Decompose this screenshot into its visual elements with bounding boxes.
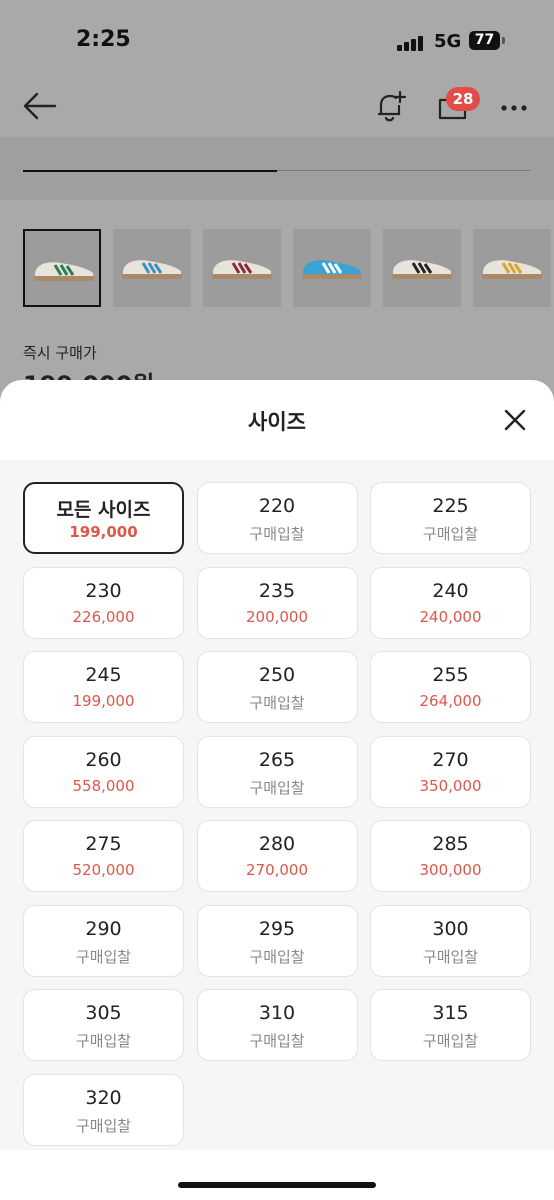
tab-indicator-inactive[interactable] xyxy=(277,170,531,171)
size-option[interactable]: 295 구매입찰 xyxy=(196,904,358,977)
size-option[interactable]: 270 350,000 xyxy=(370,735,531,808)
size-label: 315 xyxy=(432,1002,469,1024)
size-price: 264,000 xyxy=(419,692,482,710)
size-label: 290 xyxy=(85,917,122,940)
bid-label: 구매입찰 xyxy=(249,1032,305,1050)
size-label: 모든 사이즈 xyxy=(56,499,151,521)
network-type: 5G xyxy=(434,31,462,52)
product-thumbnail[interactable] xyxy=(203,229,281,307)
instant-price-label: 즉시 구매가 xyxy=(23,344,97,362)
size-option[interactable]: 220 구매입찰 xyxy=(196,482,358,554)
bid-label: 구매입찰 xyxy=(249,694,305,712)
notification-add-icon[interactable] xyxy=(375,90,407,124)
size-option[interactable]: 225 구매입찰 xyxy=(370,482,531,554)
size-label: 265 xyxy=(258,748,296,771)
bid-label: 구매입찰 xyxy=(75,1116,132,1135)
size-option[interactable]: 모든 사이즈 199,000 xyxy=(23,482,184,554)
bid-label: 구매입찰 xyxy=(249,947,305,966)
back-arrow-icon[interactable] xyxy=(23,92,57,120)
size-option[interactable]: 265 구매입찰 xyxy=(196,735,358,808)
size-option[interactable]: 320 구매입찰 xyxy=(23,1073,184,1146)
size-option[interactable]: 310 구매입찰 xyxy=(196,989,358,1061)
size-label: 285 xyxy=(432,833,469,855)
bid-label: 구매입찰 xyxy=(249,525,305,543)
status-time: 2:25 xyxy=(76,27,131,52)
size-label: 255 xyxy=(432,664,469,686)
size-option[interactable]: 250 구매입찰 xyxy=(196,651,358,723)
size-label: 280 xyxy=(258,833,296,855)
sneaker-icon xyxy=(34,262,94,281)
cart-badge: 28 xyxy=(446,87,480,111)
size-price: 520,000 xyxy=(72,861,135,879)
size-label: 320 xyxy=(85,1086,122,1109)
battery-icon: 77 xyxy=(469,31,500,50)
size-option[interactable]: 280 270,000 xyxy=(196,820,358,892)
size-label: 230 xyxy=(85,579,122,602)
product-thumbnail[interactable] xyxy=(23,229,101,307)
size-label: 275 xyxy=(85,833,122,855)
tab-bar xyxy=(0,137,554,200)
bid-label: 구매입찰 xyxy=(75,1032,132,1050)
size-option[interactable]: 300 구매입찰 xyxy=(370,904,531,977)
size-label: 260 xyxy=(85,748,122,771)
size-price: 270,000 xyxy=(245,861,309,879)
signal-icon xyxy=(397,36,423,51)
size-label: 245 xyxy=(85,664,122,686)
size-option[interactable]: 255 264,000 xyxy=(370,651,531,723)
size-price: 199,000 xyxy=(69,523,138,541)
size-price: 200,000 xyxy=(245,607,309,626)
size-option[interactable]: 235 200,000 xyxy=(196,566,358,639)
size-label: 295 xyxy=(258,917,296,940)
product-thumbnail[interactable] xyxy=(473,229,551,307)
size-price: 226,000 xyxy=(72,607,135,626)
size-label: 250 xyxy=(258,664,296,686)
product-thumbnail[interactable] xyxy=(383,229,461,307)
bid-label: 구매입찰 xyxy=(249,778,305,797)
size-grid: 모든 사이즈 199,000 220 구매입찰 225 구매입찰 230 226,000 235… xyxy=(0,460,554,1150)
size-option[interactable]: 240 240,000 xyxy=(370,566,531,639)
tab-indicator-active[interactable] xyxy=(23,170,277,172)
size-option[interactable]: 305 구매입찰 xyxy=(23,989,184,1061)
sheet-title: 사이즈 xyxy=(248,410,306,434)
sneaker-icon xyxy=(482,260,542,279)
size-label: 270 xyxy=(432,748,469,771)
bid-label: 구매입찰 xyxy=(75,947,132,966)
size-option[interactable]: 275 520,000 xyxy=(23,820,184,892)
close-icon[interactable] xyxy=(500,405,530,435)
size-price: 240,000 xyxy=(419,607,482,626)
size-label: 240 xyxy=(432,579,469,602)
size-bottom-sheet: 사이즈 모든 사이즈 199,000 220 구매입찰 225 구매입찰 230 226,00… xyxy=(0,380,554,1200)
size-price: 300,000 xyxy=(419,861,482,879)
size-option[interactable]: 290 구매입찰 xyxy=(23,904,184,977)
battery-cap xyxy=(502,37,505,44)
size-label: 310 xyxy=(258,1002,296,1024)
size-option[interactable]: 285 300,000 xyxy=(370,820,531,892)
status-bar: 2:25 5G 77 xyxy=(0,0,554,80)
sneaker-icon xyxy=(392,260,452,279)
bid-label: 구매입찰 xyxy=(422,1032,479,1050)
more-icon[interactable] xyxy=(500,104,528,112)
size-label: 235 xyxy=(258,579,296,602)
sneaker-icon xyxy=(122,260,182,279)
size-price: 350,000 xyxy=(419,776,482,795)
size-price: 199,000 xyxy=(72,692,135,710)
bid-label: 구매입찰 xyxy=(422,947,479,966)
bid-label: 구매입찰 xyxy=(422,525,479,543)
size-option[interactable]: 260 558,000 xyxy=(23,735,184,808)
home-indicator xyxy=(178,1182,376,1188)
product-thumbnail[interactable] xyxy=(113,229,191,307)
sneaker-icon xyxy=(212,260,272,279)
size-option[interactable]: 315 구매입찰 xyxy=(370,989,531,1061)
sneaker-icon xyxy=(302,260,362,279)
size-label: 220 xyxy=(258,495,296,517)
size-label: 305 xyxy=(85,1002,122,1024)
size-price: 558,000 xyxy=(72,776,135,795)
size-option[interactable]: 245 199,000 xyxy=(23,651,184,723)
sheet-header: 사이즈 xyxy=(0,380,554,460)
size-option[interactable]: 230 226,000 xyxy=(23,566,184,639)
size-label: 225 xyxy=(432,495,469,517)
product-thumbnail[interactable] xyxy=(293,229,371,307)
size-label: 300 xyxy=(432,917,469,940)
